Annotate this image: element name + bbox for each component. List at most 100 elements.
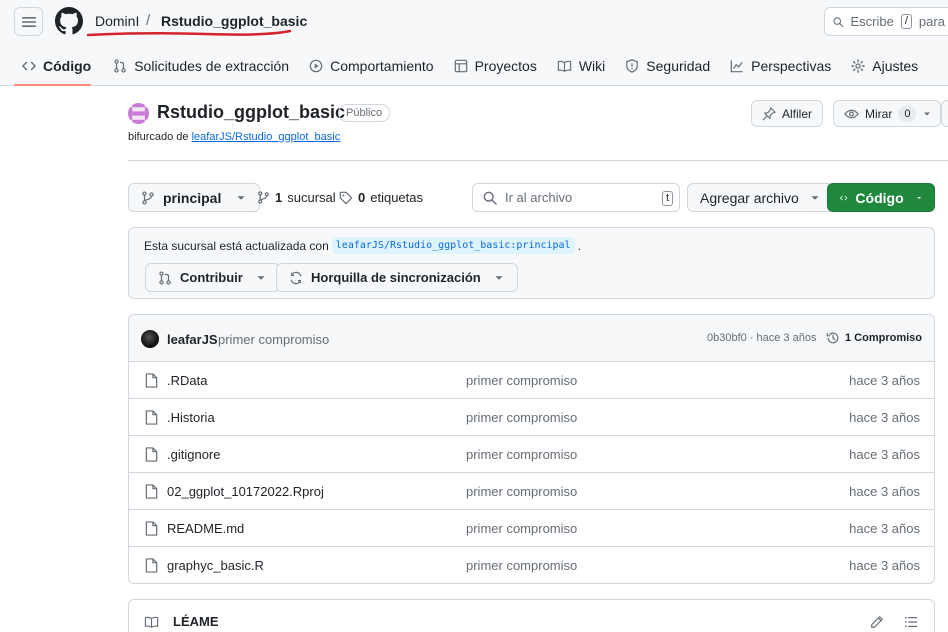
chevron-down-icon	[257, 275, 265, 280]
file-age: hace 3 años	[849, 558, 920, 573]
search-shortcut-key: /	[900, 14, 912, 29]
repo-title[interactable]: Rstudio_ggplot_basic	[157, 102, 345, 123]
file-row: README.md primer compromiso hace 3 años	[129, 510, 934, 547]
contribute-button[interactable]: Contribuir	[145, 263, 280, 292]
file-age: hace 3 años	[849, 521, 920, 536]
visibility-badge: Público	[338, 104, 391, 122]
search-icon	[483, 191, 497, 205]
branch-icon	[258, 191, 269, 204]
tab-settings[interactable]: Ajustes	[841, 47, 928, 85]
owner-avatar[interactable]	[128, 103, 149, 124]
fork-button-edge[interactable]	[941, 100, 948, 127]
tab-pull-requests-label: Solicitudes de extracción	[134, 58, 290, 74]
commits-history-link[interactable]: 1 Compromiso	[826, 331, 922, 345]
file-icon	[145, 558, 158, 573]
chevron-down-icon	[811, 195, 819, 200]
file-commit-message[interactable]: primer compromiso	[466, 558, 577, 573]
branches-label: sucursal	[287, 190, 336, 205]
chevron-down-icon	[495, 275, 503, 280]
commits-count-label: 1 Compromiso	[845, 332, 923, 344]
tab-code-label: Código	[43, 58, 92, 74]
readme-panel: LÉAME	[128, 599, 935, 632]
file-row: .RData primer compromiso hace 3 años	[129, 362, 934, 399]
commit-author-avatar[interactable]	[141, 330, 159, 348]
go-to-file-input[interactable]: Ir al archivo t	[472, 183, 680, 212]
file-age: hace 3 años	[849, 484, 920, 499]
commit-message[interactable]: primer compromiso	[218, 332, 329, 347]
file-name-link[interactable]: 02_ggplot_10172022.Rproj	[167, 484, 324, 499]
forked-prefix: bifurcado de	[128, 131, 189, 143]
add-file-button[interactable]: Agregar archivo	[687, 183, 834, 212]
file-age: hace 3 años	[849, 447, 920, 462]
chevron-down-icon	[237, 195, 245, 200]
header-divider	[128, 160, 948, 161]
breadcrumb-repo-link[interactable]: Rstudio_ggplot_basic	[161, 13, 307, 29]
file-age: hace 3 años	[849, 410, 920, 425]
pin-label: Alfiler	[782, 106, 813, 121]
commit-author[interactable]: leafarJS	[167, 332, 218, 347]
file-name-link[interactable]: .RData	[167, 373, 207, 388]
tab-actions[interactable]: Comportamiento	[299, 47, 444, 85]
pin-button[interactable]: Alfiler	[751, 100, 824, 127]
commit-hash-time[interactable]: 0b30bf0 · hace 3 años	[707, 332, 816, 344]
github-logo-icon[interactable]	[55, 7, 83, 35]
branch-icon	[142, 190, 154, 205]
breadcrumb-owner-link[interactable]: DominI	[95, 13, 139, 29]
branch-selector[interactable]: principal	[128, 183, 261, 212]
file-browser: leafarJS primer compromiso 0b30bf0 · hac…	[128, 314, 935, 584]
tab-actions-label: Comportamiento	[330, 58, 434, 74]
tab-settings-label: Ajustes	[872, 58, 919, 74]
file-name-link[interactable]: graphyc_basic.R	[167, 558, 264, 573]
tab-security[interactable]: Seguridad	[615, 47, 720, 85]
go-to-file-shortcut: t	[661, 191, 673, 206]
graph-icon	[730, 60, 743, 73]
tags-link[interactable]: 0 etiquetas	[339, 190, 423, 205]
tab-code[interactable]: Código	[0, 47, 101, 86]
code-dropdown-button[interactable]: Código	[827, 183, 935, 212]
branches-count: 1	[275, 190, 283, 205]
history-icon	[826, 332, 839, 344]
book-icon	[557, 60, 572, 72]
file-row: .Historia primer compromiso hace 3 años	[129, 399, 934, 436]
add-file-label: Agregar archivo	[700, 189, 799, 206]
pencil-icon[interactable]	[870, 615, 884, 629]
file-commit-message[interactable]: primer compromiso	[466, 447, 577, 462]
contribute-label: Contribuir	[180, 270, 243, 285]
file-icon	[145, 484, 158, 499]
search-placeholder-suffix: para bu	[918, 14, 948, 29]
watch-label: Mirar	[865, 106, 893, 121]
branch-status-text: Esta sucursal está actualizada con leafa…	[144, 237, 581, 254]
status-period: .	[577, 238, 581, 253]
tab-projects-label: Proyectos	[474, 58, 537, 74]
branches-link[interactable]: 1 sucursal	[257, 190, 336, 205]
file-row: 02_ggplot_10172022.Rproj primer compromi…	[129, 473, 934, 510]
file-row: .gitignore primer compromiso hace 3 años	[129, 436, 934, 473]
tab-projects[interactable]: Proyectos	[444, 47, 547, 85]
sync-fork-label: Horquilla de sincronización	[311, 270, 481, 285]
sync-fork-button[interactable]: Horquilla de sincronización	[276, 263, 518, 292]
forked-source-link[interactable]: leafarJS/Rstudio_ggplot_basic	[192, 131, 341, 143]
hamburger-menu-button[interactable]	[14, 7, 43, 36]
file-commit-message[interactable]: primer compromiso	[466, 484, 577, 499]
pin-icon	[762, 106, 776, 121]
upstream-ref[interactable]: leafarJS/Rstudio_ggplot_basic:principal	[331, 237, 575, 254]
pull-request-icon	[159, 270, 171, 285]
code-icon	[22, 61, 36, 71]
file-commit-message[interactable]: primer compromiso	[466, 373, 577, 388]
tab-wiki[interactable]: Wiki	[547, 47, 615, 85]
readme-title: LÉAME	[173, 614, 219, 629]
file-name-link[interactable]: .Historia	[167, 410, 215, 425]
tab-insights[interactable]: Perspectivas	[720, 47, 841, 85]
watch-button[interactable]: Mirar 0	[833, 100, 942, 127]
code-icon	[840, 195, 848, 200]
tab-pull-requests[interactable]: Solicitudes de extracción	[103, 47, 299, 85]
list-icon[interactable]	[904, 615, 918, 629]
file-commit-message[interactable]: primer compromiso	[466, 410, 577, 425]
tab-wiki-label: Wiki	[578, 58, 606, 74]
forked-from: bifurcado de leafarJS/Rstudio_ggplot_bas…	[128, 131, 340, 143]
search-input[interactable]: Escribe / para bu	[824, 7, 948, 36]
file-name-link[interactable]: .gitignore	[167, 447, 220, 462]
file-name-link[interactable]: README.md	[167, 521, 244, 536]
chevron-down-icon	[916, 196, 921, 199]
file-commit-message[interactable]: primer compromiso	[466, 521, 577, 536]
